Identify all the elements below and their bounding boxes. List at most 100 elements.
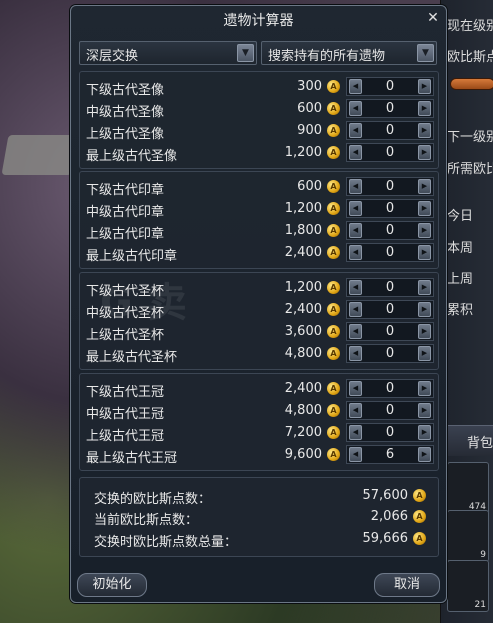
relic-row: 中级古代圣杯 2,400 A ◀ 0 ▶: [80, 299, 438, 321]
increase-icon[interactable]: ▶: [418, 381, 431, 396]
decrease-icon[interactable]: ◀: [349, 425, 362, 440]
inventory-slot[interactable]: 9: [447, 510, 489, 562]
exchange-mode-dropdown[interactable]: 深层交换 ▼: [79, 41, 257, 65]
relic-scope-dropdown[interactable]: 搜索持有的所有遗物 ▼: [261, 41, 437, 65]
quantity-value[interactable]: 0: [365, 302, 415, 317]
cancel-button[interactable]: 取消: [374, 573, 440, 597]
increase-icon[interactable]: ▶: [418, 403, 431, 418]
decrease-icon[interactable]: ◀: [349, 223, 362, 238]
quantity-value[interactable]: 0: [365, 381, 415, 396]
decrease-icon[interactable]: ◀: [349, 381, 362, 396]
abyss-point-icon: A: [413, 489, 426, 502]
decrease-icon[interactable]: ◀: [349, 403, 362, 418]
increase-icon[interactable]: ▶: [418, 447, 431, 462]
chevron-down-icon[interactable]: ▼: [417, 44, 434, 62]
relic-price: 1,200: [284, 201, 322, 216]
quantity-stepper[interactable]: ◀ 0 ▶: [346, 379, 434, 398]
decrease-icon[interactable]: ◀: [349, 179, 362, 194]
increase-icon[interactable]: ▶: [418, 302, 431, 317]
quantity-value[interactable]: 0: [365, 201, 415, 216]
relic-name: 最上级古代印章: [86, 249, 178, 264]
decrease-icon[interactable]: ◀: [349, 447, 362, 462]
increase-icon[interactable]: ▶: [418, 346, 431, 361]
quantity-stepper[interactable]: ◀ 0 ▶: [346, 121, 434, 140]
quantity-value[interactable]: 0: [365, 280, 415, 295]
inventory-slot[interactable]: 21: [447, 560, 489, 612]
quantity-stepper[interactable]: ◀ 0 ▶: [346, 243, 434, 262]
relic-name: 上级古代印章: [86, 227, 165, 242]
decrease-icon[interactable]: ◀: [349, 145, 362, 160]
quantity-stepper[interactable]: ◀ 0 ▶: [346, 99, 434, 118]
quantity-stepper[interactable]: ◀ 0 ▶: [346, 300, 434, 319]
quantity-value[interactable]: 0: [365, 101, 415, 116]
bag-tab[interactable]: 背包: [447, 425, 493, 456]
relic-row: 上级古代圣像 900 A ◀ 0 ▶: [80, 120, 438, 142]
quantity-value[interactable]: 0: [365, 223, 415, 238]
chevron-down-icon[interactable]: ▼: [237, 44, 254, 62]
increase-icon[interactable]: ▶: [418, 123, 431, 138]
quantity-stepper[interactable]: ◀ 6 ▶: [346, 445, 434, 464]
quantity-stepper[interactable]: ◀ 0 ▶: [346, 143, 434, 162]
relic-name: 最上级古代圣杯: [86, 350, 178, 365]
relic-row: 中级古代圣像 600 A ◀ 0 ▶: [80, 98, 438, 120]
relic-price: 1,800: [284, 223, 322, 238]
quantity-value[interactable]: 0: [365, 403, 415, 418]
increase-icon[interactable]: ▶: [418, 280, 431, 295]
decrease-icon[interactable]: ◀: [349, 201, 362, 216]
decrease-icon[interactable]: ◀: [349, 324, 362, 339]
decrease-icon[interactable]: ◀: [349, 346, 362, 361]
relic-price: 4,800: [284, 346, 322, 361]
increase-icon[interactable]: ▶: [418, 179, 431, 194]
decrease-icon[interactable]: ◀: [349, 101, 362, 116]
quantity-value[interactable]: 0: [365, 179, 415, 194]
increase-icon[interactable]: ▶: [418, 201, 431, 216]
quantity-stepper[interactable]: ◀ 0 ▶: [346, 344, 434, 363]
abyss-point-icon: A: [327, 426, 340, 439]
quantity-value[interactable]: 0: [365, 324, 415, 339]
quantity-value[interactable]: 0: [365, 123, 415, 138]
hud-text: 本周: [447, 241, 474, 256]
quantity-value[interactable]: 0: [365, 145, 415, 160]
quantity-value[interactable]: 0: [365, 425, 415, 440]
quantity-value[interactable]: 0: [365, 79, 415, 94]
quantity-value[interactable]: 0: [365, 346, 415, 361]
close-icon[interactable]: ✕: [426, 11, 440, 25]
decrease-icon[interactable]: ◀: [349, 280, 362, 295]
quantity-stepper[interactable]: ◀ 0 ▶: [346, 77, 434, 96]
decrease-icon[interactable]: ◀: [349, 79, 362, 94]
relic-price: 2,400: [284, 302, 322, 317]
quantity-stepper[interactable]: ◀ 0 ▶: [346, 278, 434, 297]
abyss-point-icon: A: [327, 80, 340, 93]
abyss-point-icon: A: [327, 281, 340, 294]
inventory-slot[interactable]: 474: [447, 462, 489, 514]
reset-button[interactable]: 初始化: [77, 573, 147, 597]
increase-icon[interactable]: ▶: [418, 145, 431, 160]
current-points-value: 2,066: [370, 509, 408, 524]
relic-price: 3,600: [284, 324, 322, 339]
decrease-icon[interactable]: ◀: [349, 123, 362, 138]
decrease-icon[interactable]: ◀: [349, 302, 362, 317]
quantity-stepper[interactable]: ◀ 0 ▶: [346, 322, 434, 341]
relic-name: 下级古代圣像: [86, 83, 165, 98]
relic-calculator-window: 遗物计算器 ✕ 深层交换 ▼ 搜索持有的所有遗物 ▼ 下级古代圣像 300 A …: [70, 5, 447, 603]
quantity-stepper[interactable]: ◀ 0 ▶: [346, 199, 434, 218]
increase-icon[interactable]: ▶: [418, 223, 431, 238]
decrease-icon[interactable]: ◀: [349, 245, 362, 260]
increase-icon[interactable]: ▶: [418, 245, 431, 260]
quantity-value[interactable]: 0: [365, 245, 415, 260]
hud-text: 下一级别: [447, 130, 493, 145]
relic-group-goblets: 下级古代圣杯 1,200 A ◀ 0 ▶ 中级古代圣杯 2,400 A ◀ 0 …: [79, 272, 439, 370]
titlebar[interactable]: 遗物计算器 ✕: [71, 6, 446, 34]
increase-icon[interactable]: ▶: [418, 101, 431, 116]
increase-icon[interactable]: ▶: [418, 425, 431, 440]
quantity-stepper[interactable]: ◀ 0 ▶: [346, 221, 434, 240]
quantity-stepper[interactable]: ◀ 0 ▶: [346, 423, 434, 442]
hud-text: 所需欧比: [447, 162, 493, 177]
increase-icon[interactable]: ▶: [418, 79, 431, 94]
quantity-stepper[interactable]: ◀ 0 ▶: [346, 401, 434, 420]
relic-row: 中级古代王冠 4,800 A ◀ 0 ▶: [80, 400, 438, 422]
relic-price: 600: [297, 179, 322, 194]
quantity-stepper[interactable]: ◀ 0 ▶: [346, 177, 434, 196]
increase-icon[interactable]: ▶: [418, 324, 431, 339]
quantity-value[interactable]: 6: [365, 447, 415, 462]
